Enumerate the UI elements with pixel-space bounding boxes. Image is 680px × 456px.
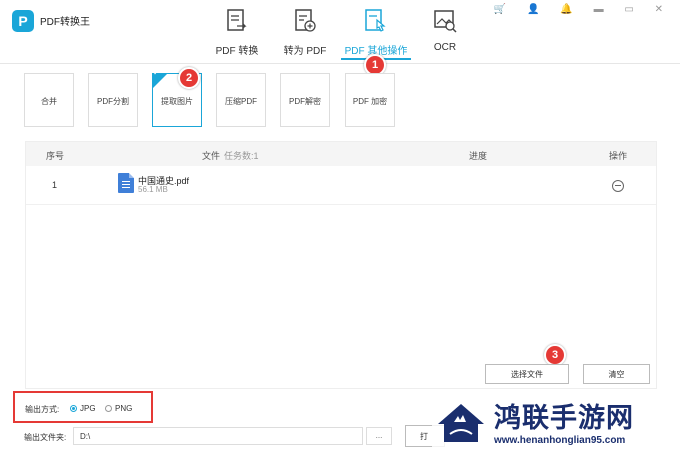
watermark-name: 鸿联手游网 [494, 403, 634, 434]
nav-pdf-other[interactable]: PDF 其他操作 [341, 4, 411, 60]
radio-png[interactable] [105, 405, 112, 412]
output-folder-label: 输出文件夹: [24, 433, 67, 442]
tool-label: 合并 [41, 97, 57, 106]
image-search-icon [434, 10, 457, 33]
document-convert-icon [227, 9, 247, 31]
tool-label: PDF分割 [97, 97, 129, 106]
watermark-url: www.henanhonglian95.com [494, 435, 626, 446]
nav-to-pdf[interactable]: 转为 PDF [270, 4, 340, 60]
tool-split[interactable]: PDF分割 [88, 73, 138, 127]
nav-label: PDF 转换 [215, 46, 259, 57]
nav-label: 转为 PDF [283, 46, 327, 57]
nav-ocr[interactable]: OCR [410, 4, 480, 60]
nav-pdf-convert[interactable]: PDF 转换 [202, 4, 272, 60]
nav-label: OCR [433, 42, 457, 53]
col-action: 操作 [609, 151, 628, 161]
selected-check-icon: ✓ [152, 68, 168, 89]
step-marker-2: 2 [178, 67, 200, 89]
table-header: 序号 文件 任务数:1 进度 操作 [26, 142, 656, 166]
step-marker-3: 3 [544, 344, 566, 366]
remove-circle-icon[interactable] [612, 180, 624, 192]
tool-compress[interactable]: 压缩PDF [216, 73, 266, 127]
row-index: 1 [52, 180, 58, 190]
output-folder-input[interactable]: D:\ [73, 427, 363, 445]
document-add-icon [295, 9, 316, 32]
browse-button[interactable]: ... [366, 427, 392, 445]
radio-jpg-label: JPG [80, 404, 96, 413]
file-size: 56.1 MB [138, 185, 168, 194]
clear-button[interactable]: 清空 [583, 364, 650, 384]
tool-merge[interactable]: 合并 [24, 73, 74, 127]
tool-label: 压缩PDF [225, 97, 257, 106]
window-controls[interactable]: 🛒 👤 🔔 ▬ ▭ ✕ [494, 4, 672, 15]
tool-encrypt[interactable]: PDF 加密 [345, 73, 395, 127]
table-row[interactable]: 1 中国通史.pdf 56.1 MB [26, 168, 656, 205]
tool-label: 提取图片 [161, 97, 193, 106]
house-logo-icon [438, 404, 484, 442]
radio-jpg[interactable] [70, 405, 77, 412]
task-count: 任务数:1 [224, 151, 259, 161]
col-file: 文件 [202, 151, 221, 161]
select-file-button[interactable]: 选择文件 [485, 364, 569, 384]
radio-png-label: PNG [115, 404, 133, 413]
app-logo: P [12, 10, 34, 32]
watermark: 鸿联手游网 www.henanhonglian95.com [432, 390, 680, 456]
title-bar: P PDF转换王 PDF 转换 转为 PDF PDF 其他操作 OCR 🛒 👤 … [0, 0, 680, 64]
tool-label: PDF解密 [289, 97, 321, 106]
col-progress: 进度 [469, 151, 488, 161]
document-file-icon [118, 173, 134, 193]
output-format-group: 输出方式: JPG PNG [13, 391, 153, 423]
col-index: 序号 [46, 151, 65, 161]
document-touch-icon [365, 9, 386, 32]
tool-label: PDF 加密 [352, 97, 388, 106]
app-title: PDF转换王 [40, 17, 90, 28]
output-format-label: 输出方式: [25, 405, 60, 414]
tool-decrypt[interactable]: PDF解密 [280, 73, 330, 127]
